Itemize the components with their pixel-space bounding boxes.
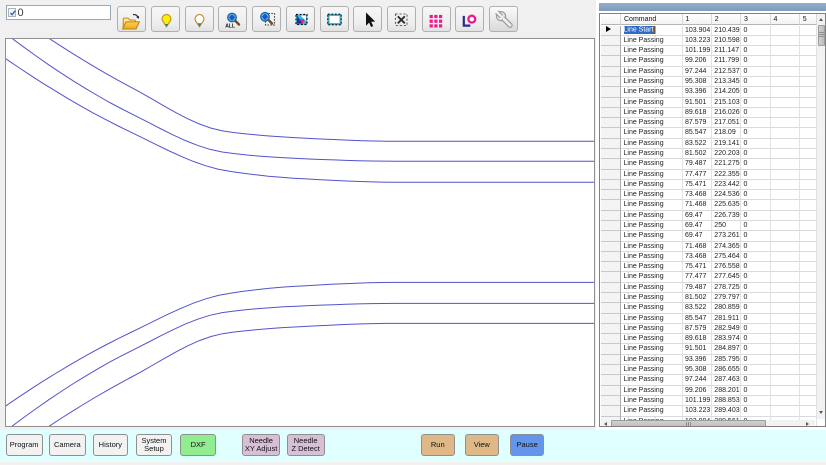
svg-text:ALL: ALL — [225, 23, 235, 29]
